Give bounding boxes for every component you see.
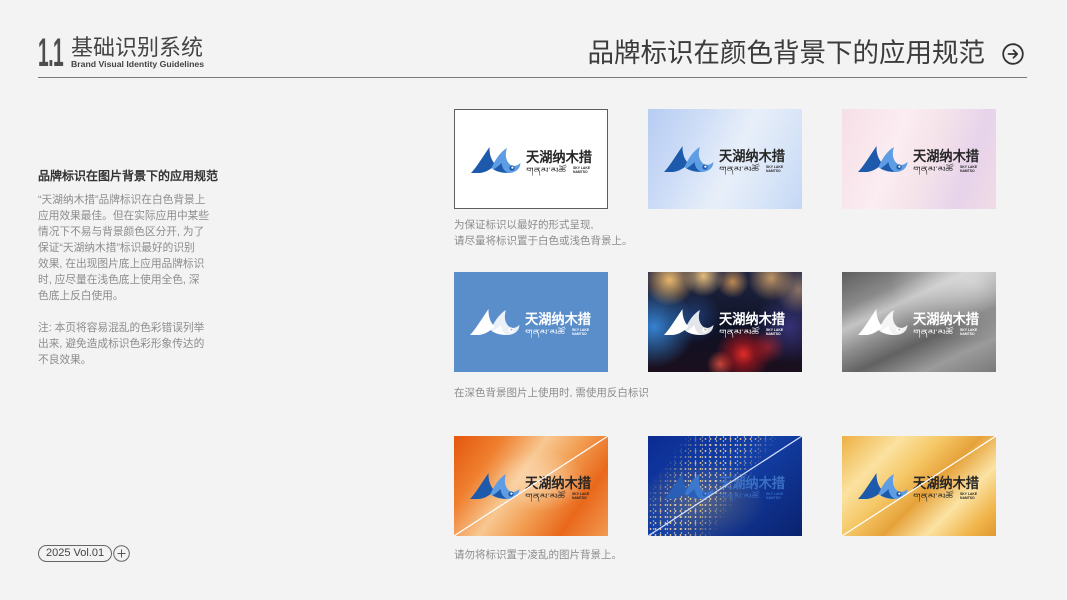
incorrect-usage-strike-line: [842, 436, 996, 536]
logo-reversed: 天湖纳木措 གནམ་མཚོ SKY LAKE NAMTSO: [470, 307, 592, 339]
logo-eye-highlight: [511, 166, 514, 169]
logo-wave-mark: [471, 147, 521, 173]
logo-wave-left: [664, 309, 689, 335]
intro-line: 保证“天湖纳木措”标识最好的识别: [38, 242, 195, 254]
intro-line: 应用效果最佳。但在实际应用中某些: [38, 210, 210, 222]
intro-line: 色底上反白使用。: [38, 290, 124, 302]
intro-line: 效果, 在出现图片底上应用品牌标识: [38, 258, 205, 270]
caption-busy-background: 请勿将标识置于凌乱的图片背景上。: [454, 549, 622, 561]
logo-wave-mark: [858, 146, 908, 172]
example-solid-blue-background: 天湖纳木措 གནམ་མཚོ SKY LAKE NAMTSO: [454, 272, 608, 372]
logo-reversed: 天湖纳木措 གནམ་མཚོ SKY LAKE NAMTSO: [858, 307, 980, 339]
volume-badge: 2025 Vol.01: [38, 545, 113, 562]
intro-line: 情况下不易与背景颜色区分开, 为了: [38, 226, 205, 238]
example-light-pink-background: 天湖纳木措 གནམ་མཚོ SKY LAKE NAMTSO: [842, 109, 996, 209]
intro-note: 注: 本页将容易混乱的色彩错误列举 出来, 避免造成标识色彩形象传达的 不良效果…: [38, 320, 204, 368]
header-divider: [38, 77, 1027, 78]
example-gold-silk-background: 天湖纳木措 གནམ་མཚོ SKY LAKE NAMTSO: [842, 436, 996, 536]
brand-logo: 天湖纳木措 གནམ་མཚོ SKY LAKE NAMTSO: [858, 146, 979, 176]
logo-name-cn: 天湖纳木措: [913, 148, 979, 165]
brand-logo: 天湖纳木措 གནམ་མཚོ SKY LAKE NAMTSO: [664, 146, 785, 176]
intro-heading: 品牌标识在图片背景下的应用规范: [38, 169, 219, 183]
example-dark-photo-background: 天湖纳木措 གནམ་མཚོ SKY LAKE NAMTSO: [648, 272, 802, 372]
circle-plus-icon[interactable]: [113, 545, 130, 562]
logo-wave-left: [858, 146, 883, 172]
logo-name-en-line2: NAMTSO: [960, 169, 975, 173]
logo-wave-mark: [664, 309, 714, 335]
logo-full-color: 天湖纳木措 གནམ་མཚོ SKY LAKE NAMTSO: [858, 144, 980, 176]
example-gray-silk-background: 天湖纳木措 གནམ་མཚོ SKY LAKE NAMTSO: [842, 272, 996, 372]
logo-eye-highlight: [898, 165, 901, 168]
example-white-background: 天湖纳木措 གནམ་མཚོ SKY LAKE NAMTSO: [454, 109, 608, 209]
logo-name-cn: 天湖纳木措: [525, 311, 591, 328]
logo-eye-highlight: [704, 328, 707, 331]
brand-logo: 天湖纳木措 གནམ་མཚོ SKY LAKE NAMTSO: [470, 309, 591, 339]
logo-eye-highlight: [704, 165, 707, 168]
intro-paragraph: “天湖纳木措”品牌标识在白色背景上 应用效果最佳。但在实际应用中某些 情况下不易…: [38, 192, 209, 304]
logo-wave-mark: [858, 309, 908, 335]
logo-name-cn: 天湖纳木措: [526, 149, 592, 166]
caption-dark-background: 在深色背景图片上使用时, 需使用反白标识: [454, 387, 649, 399]
brand-logo: 天湖纳木措 གནམ་མཚོ SKY LAKE NAMTSO: [858, 309, 979, 339]
logo-name-en-line2: NAMTSO: [573, 170, 588, 174]
logo-wave-left: [858, 309, 883, 335]
logo-name-cn: 天湖纳木措: [913, 311, 979, 328]
logo-eye-highlight: [898, 328, 901, 331]
logo-wave-left: [664, 146, 689, 172]
example-blue-glitter-background: 天湖纳木措 གནམ་མཚོ SKY LAKE NAMTSO: [648, 436, 802, 536]
intro-line: 时, 应尽量在浅色底上使用全色, 深: [38, 274, 200, 286]
example-orange-swirl-background: 天湖纳木措 གནམ་མཚོ SKY LAKE NAMTSO: [454, 436, 608, 536]
caption-line: 为保证标识以最好的形式呈现,: [454, 219, 594, 231]
logo-name-en-line2: NAMTSO: [572, 332, 587, 336]
logo-wave-left: [470, 309, 495, 335]
logo-name-en-line2: NAMTSO: [960, 332, 975, 336]
brand-logo: 天湖纳木措 གནམ་མཚོ SKY LAKE NAMTSO: [471, 147, 592, 177]
incorrect-usage-strike-line: [454, 436, 608, 536]
note-line: 注: 本页将容易混乱的色彩错误列举: [38, 322, 205, 334]
logo-full-color: 天湖纳木措 གནམ་མཚོ SKY LAKE NAMTSO: [471, 145, 593, 177]
logo-eye-highlight: [510, 328, 513, 331]
intro-line: “天湖纳木措”品牌标识在白色背景上: [38, 194, 206, 206]
section-title: 基础识别系统: [71, 35, 204, 60]
note-line: 出来, 避免造成标识色彩形象传达的: [38, 338, 205, 350]
page-title: 品牌标识在颜色背景下的应用规范: [587, 38, 986, 68]
caption-line: 请尽量将标识置于白色或浅色背景上。: [454, 235, 633, 247]
section-subtitle: Brand Visual Identity Guidelines: [71, 58, 205, 69]
incorrect-usage-strike-line: [648, 436, 802, 536]
section-number: 1.1: [38, 31, 64, 75]
logo-full-color: 天湖纳木措 གནམ་མཚོ SKY LAKE NAMTSO: [664, 144, 786, 176]
example-light-blue-background: 天湖纳木措 གནམ་མཚོ SKY LAKE NAMTSO: [648, 109, 802, 209]
circle-arrow-right-icon[interactable]: [1002, 43, 1024, 65]
note-line: 不良效果。: [38, 354, 92, 366]
logo-name-en-line2: NAMTSO: [766, 332, 781, 336]
logo-wave-mark: [664, 146, 714, 172]
logo-name-en-line2: NAMTSO: [766, 169, 781, 173]
logo-name-cn: 天湖纳木措: [719, 311, 785, 328]
logo-reversed: 天湖纳木措 གནམ་མཚོ SKY LAKE NAMTSO: [664, 307, 786, 339]
brand-logo: 天湖纳木措 གནམ་མཚོ SKY LAKE NAMTSO: [664, 309, 785, 339]
logo-wave-mark: [470, 309, 520, 335]
caption-light-background: 为保证标识以最好的形式呈现, 请尽量将标识置于白色或浅色背景上。: [454, 217, 633, 249]
logo-wave-left: [471, 147, 496, 173]
logo-name-cn: 天湖纳木措: [719, 148, 785, 165]
